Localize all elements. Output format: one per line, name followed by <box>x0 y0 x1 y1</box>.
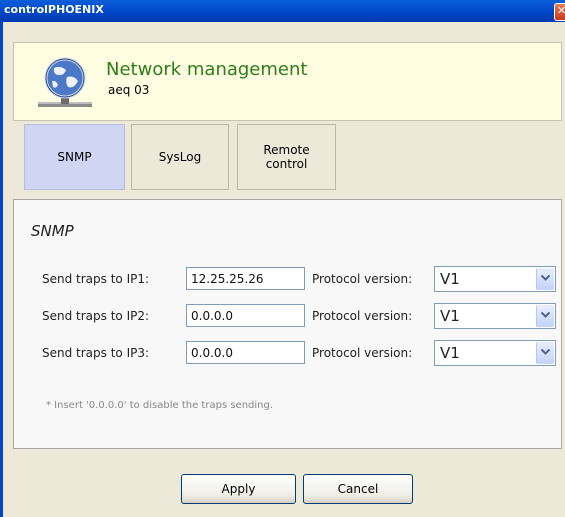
chevron-down-icon[interactable] <box>536 305 554 327</box>
network-globe-icon <box>38 57 92 107</box>
close-button[interactable]: ✕ <box>554 3 565 21</box>
chevron-down-icon[interactable] <box>536 268 554 290</box>
traps-note: * Insert '0.0.0.0' to disable the traps … <box>46 400 274 411</box>
protocol3-value: V1 <box>440 344 460 362</box>
page-title: Network management <box>106 59 308 80</box>
device-name: aeq 03 <box>108 83 150 97</box>
apply-button[interactable]: Apply <box>181 474 296 504</box>
section-title: SNMP <box>31 222 74 240</box>
protocol1-value: V1 <box>440 270 460 288</box>
tab-remote-control-label: Remote control <box>263 143 310 171</box>
ip3-label: Send traps to IP3: <box>42 346 150 360</box>
protocol3-select[interactable]: V1 <box>434 340 556 366</box>
tab-syslog[interactable]: SysLog <box>131 124 229 190</box>
cancel-button[interactable]: Cancel <box>303 474 413 504</box>
title-bar[interactable]: controlPHOENIX ✕ <box>0 0 565 22</box>
ip1-input[interactable] <box>186 267 305 290</box>
snmp-panel: SNMP Send traps to IP1: Protocol version… <box>13 199 562 449</box>
protocol1-select[interactable]: V1 <box>434 266 556 292</box>
client-area: Network management aeq 03 SNMP SysLog Re… <box>3 22 565 517</box>
ip2-input[interactable] <box>186 304 305 327</box>
tab-remote-control[interactable]: Remote control <box>237 124 336 190</box>
header-banner: Network management aeq 03 <box>13 42 562 121</box>
ip3-input[interactable] <box>186 341 305 364</box>
protocol1-label: Protocol version: <box>312 272 413 286</box>
protocol3-label: Protocol version: <box>312 346 413 360</box>
protocol2-value: V1 <box>440 307 460 325</box>
protocol2-select[interactable]: V1 <box>434 303 556 329</box>
chevron-down-icon[interactable] <box>536 342 554 364</box>
protocol2-label: Protocol version: <box>312 309 413 323</box>
close-icon: ✕ <box>557 4 565 17</box>
tab-snmp-label: SNMP <box>57 150 92 164</box>
ip2-label: Send traps to IP2: <box>42 309 150 323</box>
app-window: controlPHOENIX ✕ Network management aeq … <box>0 0 565 517</box>
tab-snmp[interactable]: SNMP <box>24 124 125 190</box>
tab-syslog-label: SysLog <box>158 150 202 164</box>
window-title: controlPHOENIX <box>4 3 104 16</box>
ip1-label: Send traps to IP1: <box>42 272 150 286</box>
